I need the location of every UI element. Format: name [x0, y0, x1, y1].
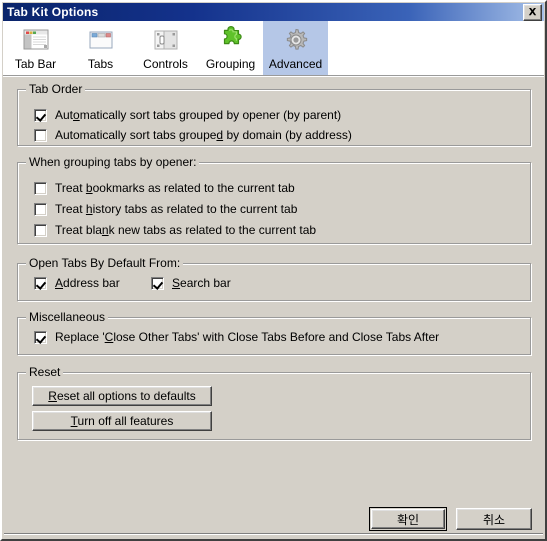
group-title: When grouping tabs by opener: — [26, 155, 200, 169]
puzzle-icon — [215, 24, 247, 56]
tab-label: Grouping — [205, 57, 256, 71]
checkbox-box[interactable] — [34, 108, 47, 122]
group-tab-order: Tab Order Automatically sort tabs groupe… — [17, 82, 531, 146]
checkbox-box[interactable] — [151, 276, 164, 290]
ok-button[interactable]: 확인 — [369, 507, 447, 531]
group-when-grouping: When grouping tabs by opener: Treat book… — [17, 155, 531, 244]
turn-off-all-features-button[interactable]: Turn off all features — [32, 411, 212, 431]
checkbox-box[interactable] — [34, 330, 47, 344]
checkbox-label: Address bar — [55, 276, 120, 290]
checkbox-label: Automatically sort tabs grouped by domai… — [55, 128, 352, 142]
checkbox-label: Treat history tabs as related to the cur… — [55, 202, 298, 216]
group-miscellaneous: Miscellaneous Replace 'Close Other Tabs'… — [17, 310, 531, 355]
tabs-icon — [85, 24, 117, 56]
tab-controls[interactable]: Controls — [133, 21, 198, 75]
group-title: Miscellaneous — [26, 310, 109, 324]
checkbox-sort-by-domain[interactable]: Automatically sort tabs grouped by domai… — [34, 128, 352, 142]
tab-label: Controls — [143, 57, 188, 71]
checkbox-sort-by-opener[interactable]: Automatically sort tabs grouped by opene… — [34, 108, 341, 122]
close-icon — [528, 7, 537, 17]
close-button[interactable] — [523, 3, 542, 21]
cancel-button-label: 취소 — [482, 512, 506, 527]
tab-tabs[interactable]: Tabs — [68, 21, 133, 75]
tab-strip: Tab Bar Tabs Controls Grouping Advanced — [3, 21, 544, 75]
checkbox-box[interactable] — [34, 202, 47, 216]
checkbox-treat-blank-new[interactable]: Treat blank new tabs as related to the c… — [34, 223, 316, 237]
ok-button-label: 확인 — [371, 509, 445, 529]
options-panel: Tab Order Automatically sort tabs groupe… — [2, 77, 545, 539]
checkbox-box[interactable] — [34, 276, 47, 290]
reset-all-options-button[interactable]: Reset all options to defaults — [32, 386, 212, 406]
checkbox-label: Search bar — [172, 276, 231, 290]
controls-icon — [150, 24, 182, 56]
checkbox-label: Treat blank new tabs as related to the c… — [55, 223, 317, 237]
group-title: Tab Order — [26, 82, 86, 96]
group-open-tabs-default: Open Tabs By Default From: Address bar S… — [17, 256, 531, 301]
checkbox-treat-bookmarks[interactable]: Treat bookmarks as related to the curren… — [34, 181, 295, 195]
group-title: Reset — [26, 365, 64, 379]
tab-label: Advanced — [268, 57, 323, 71]
checkbox-replace-close-other-tabs[interactable]: Replace 'Close Other Tabs' with Close Ta… — [34, 330, 439, 344]
checkbox-box[interactable] — [34, 181, 47, 195]
bottom-separator — [4, 533, 543, 535]
group-reset: Reset Reset all options to defaults Turn… — [17, 365, 531, 440]
cancel-button[interactable]: 취소 — [456, 508, 532, 530]
checkbox-label: Automatically sort tabs grouped by opene… — [55, 108, 342, 122]
checkbox-search-bar[interactable]: Search bar — [151, 276, 231, 290]
title-bar: Tab Kit Options — [3, 3, 544, 21]
tab-label: Tabs — [87, 57, 114, 71]
checkbox-label: Replace 'Close Other Tabs' with Close Ta… — [55, 330, 440, 344]
group-title: Open Tabs By Default From: — [26, 256, 184, 270]
button-label: Turn off all features — [70, 414, 174, 428]
checkbox-treat-history[interactable]: Treat history tabs as related to the cur… — [34, 202, 297, 216]
tab-label: Tab Bar — [14, 57, 57, 71]
tab-grouping[interactable]: Grouping — [198, 21, 263, 75]
options-dialog: Tab Kit Options Tab Bar Tabs Controls Gr… — [0, 0, 547, 541]
gear-icon — [280, 24, 312, 56]
checkbox-label: Treat bookmarks as related to the curren… — [55, 181, 295, 195]
tab-advanced[interactable]: Advanced — [263, 21, 328, 75]
tab-tab-bar[interactable]: Tab Bar — [3, 21, 68, 75]
checkbox-box[interactable] — [34, 128, 47, 142]
checkbox-address-bar[interactable]: Address bar — [34, 276, 120, 290]
checkbox-box[interactable] — [34, 223, 47, 237]
button-label: Reset all options to defaults — [48, 389, 196, 403]
tab-bar-icon — [20, 24, 52, 56]
window-title: Tab Kit Options — [7, 5, 99, 19]
